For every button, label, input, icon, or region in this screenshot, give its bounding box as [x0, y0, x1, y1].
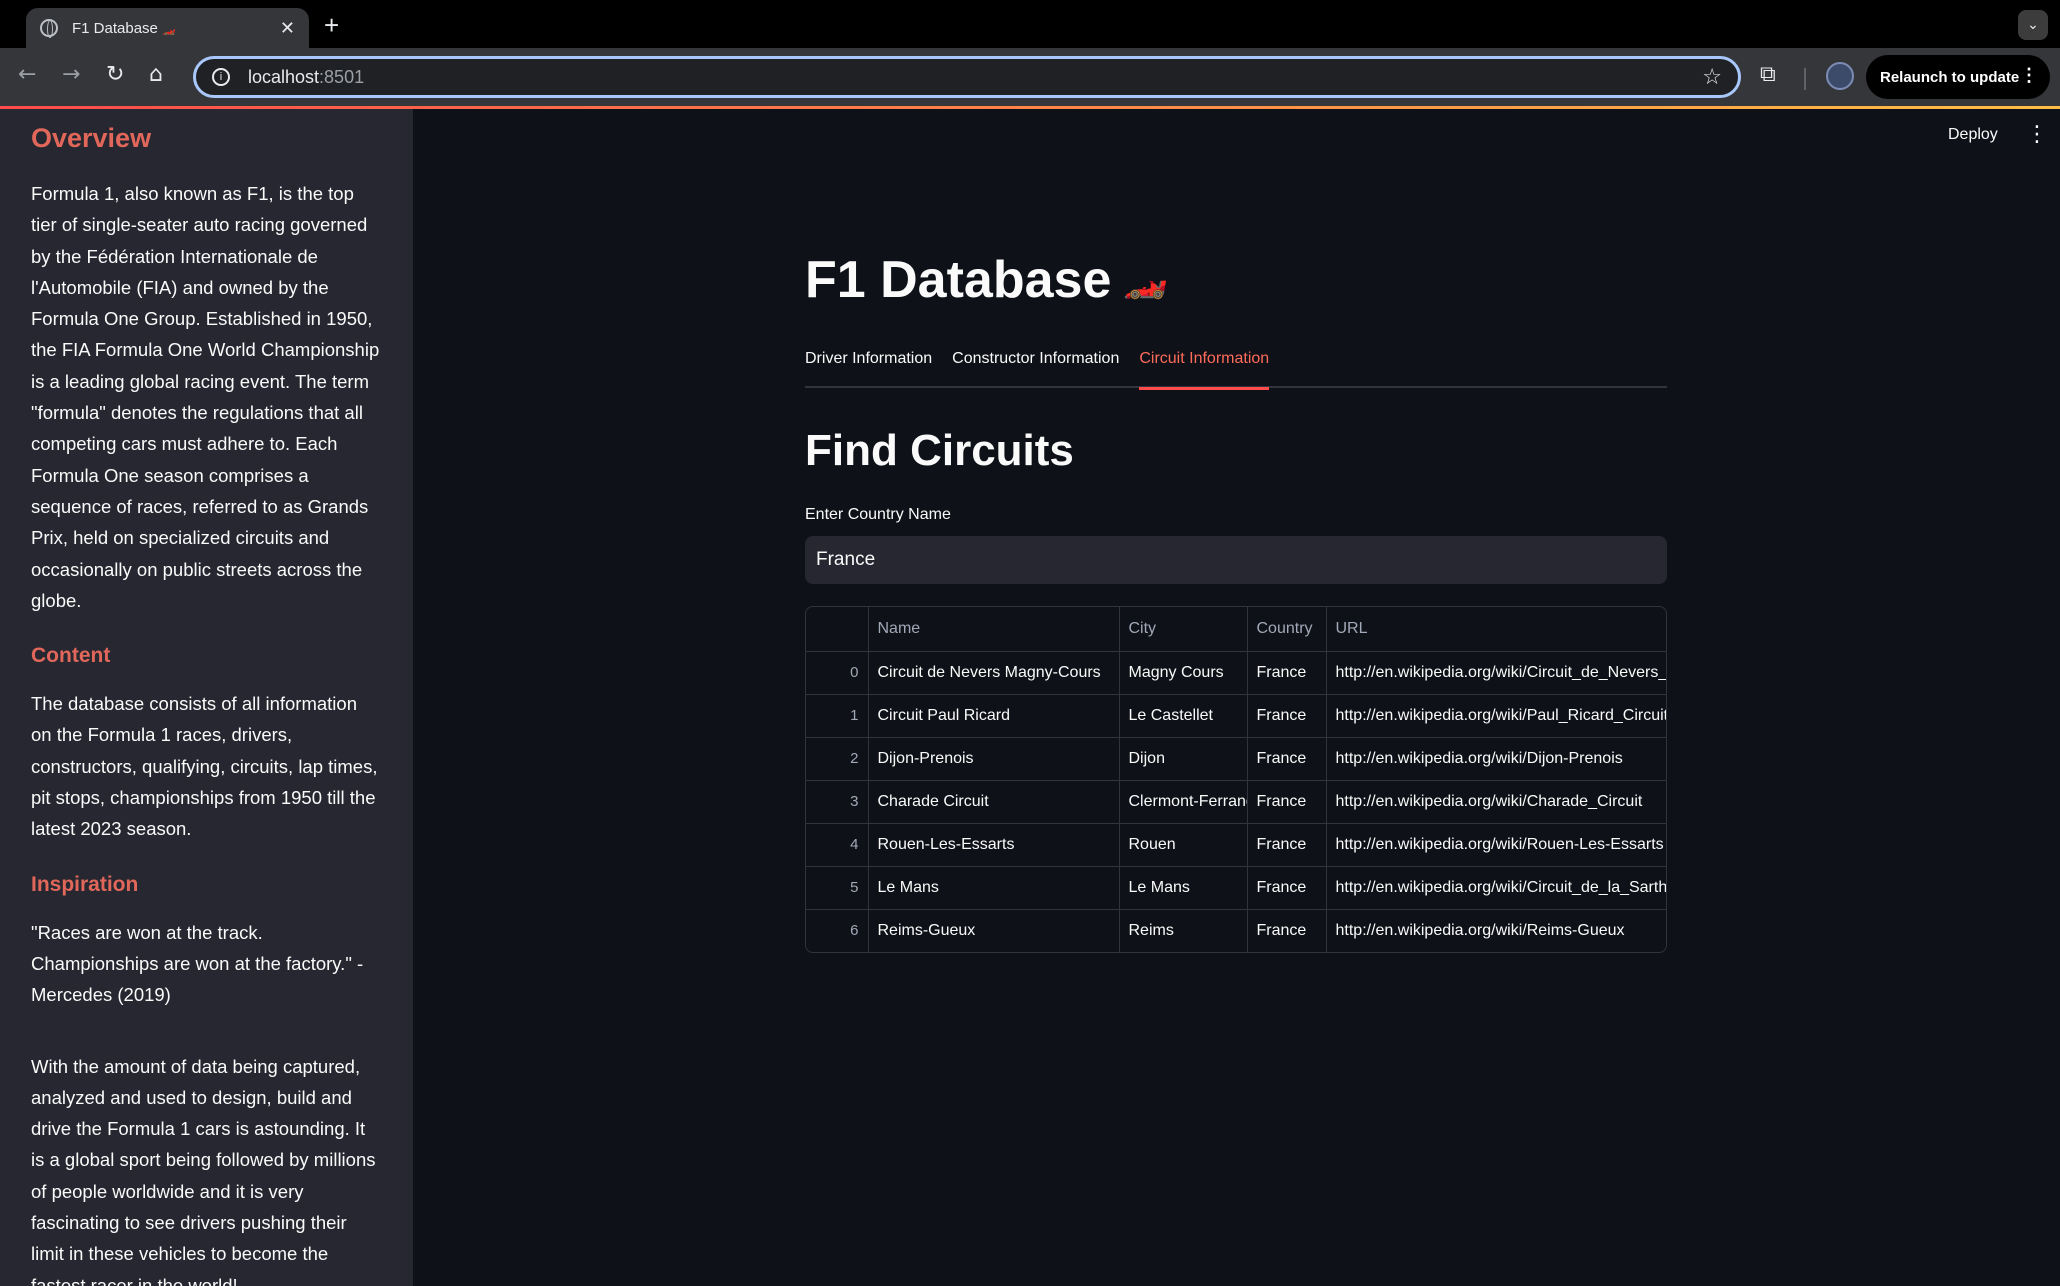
- sidebar-overview-text: Formula 1, also known as F1, is the top …: [31, 183, 380, 611]
- cell-city[interactable]: Magny Cours: [1119, 651, 1248, 695]
- cell-url[interactable]: http://en.wikipedia.org/wiki/Reims-Gueux: [1326, 909, 1666, 952]
- table-row[interactable]: 0 Circuit de Nevers Magny-Cours Magny Co…: [806, 651, 1666, 695]
- cell-name[interactable]: Charade Circuit: [868, 780, 1120, 824]
- close-tab-icon[interactable]: ✕: [280, 18, 295, 39]
- column-header-name[interactable]: Name: [868, 607, 1120, 652]
- tab-bar: Driver Information Constructor Informati…: [805, 342, 1667, 390]
- cell-name[interactable]: Dijon-Prenois: [868, 737, 1120, 781]
- tab-search-icon[interactable]: ⌄: [2018, 10, 2048, 40]
- sidebar-inspiration-quote: "Races are won at the track. Championshi…: [31, 921, 364, 1006]
- tab-driver-information[interactable]: Driver Information: [805, 342, 932, 388]
- main-content: F1 Database 🏎️ Driver Information Constru…: [805, 240, 1667, 953]
- globe-icon: [40, 19, 58, 38]
- back-icon[interactable]: ←: [18, 62, 36, 87]
- cell-city[interactable]: Clermont-Ferrand: [1119, 780, 1248, 824]
- cell-country[interactable]: France: [1247, 866, 1327, 910]
- column-header-city[interactable]: City: [1119, 607, 1248, 652]
- deploy-button[interactable]: Deploy: [1948, 126, 1998, 144]
- sidebar-inspiration-title: Inspiration: [31, 872, 139, 896]
- table-header-row: Name City Country URL: [806, 607, 1666, 652]
- tab-title: F1 Database 🏎️: [72, 19, 176, 37]
- sidebar-content-title: Content: [31, 644, 111, 668]
- sidebar-content-text: The database consists of all information…: [31, 693, 378, 840]
- cell-name[interactable]: Rouen-Les-Essarts: [868, 823, 1120, 867]
- bookmark-star-icon[interactable]: ☆: [1702, 65, 1722, 90]
- cell-city[interactable]: Rouen: [1119, 823, 1248, 867]
- column-header-index[interactable]: [806, 607, 869, 652]
- table-row[interactable]: 3 Charade Circuit Clermont-Ferrand Franc…: [806, 780, 1666, 824]
- section-title: Find Circuits: [805, 426, 1074, 475]
- cell-city[interactable]: Reims: [1119, 909, 1248, 952]
- cell-url[interactable]: http://en.wikipedia.org/wiki/Rouen-Les-E…: [1326, 823, 1666, 867]
- row-index: 5: [806, 866, 869, 910]
- cell-city[interactable]: Dijon: [1119, 737, 1248, 781]
- row-index: 6: [806, 909, 869, 952]
- circuits-table[interactable]: Name City Country URL 0 Circuit de Never…: [805, 606, 1667, 953]
- row-index: 3: [806, 780, 869, 824]
- race-car-icon: 🏎️: [1123, 259, 1169, 300]
- cell-country[interactable]: France: [1247, 780, 1327, 824]
- row-index: 0: [806, 651, 869, 695]
- cell-name[interactable]: Circuit Paul Ricard: [868, 694, 1120, 738]
- new-tab-icon[interactable]: +: [324, 10, 339, 41]
- cell-city[interactable]: Le Castellet: [1119, 694, 1248, 738]
- cell-name[interactable]: Reims-Gueux: [868, 909, 1120, 952]
- tab-circuit-information[interactable]: Circuit Information: [1139, 342, 1269, 390]
- cell-url[interactable]: http://en.wikipedia.org/wiki/Charade_Cir…: [1326, 780, 1666, 824]
- cell-country[interactable]: France: [1247, 909, 1327, 952]
- cell-name[interactable]: Circuit de Nevers Magny-Cours: [868, 651, 1120, 695]
- table-row[interactable]: 5 Le Mans Le Mans France http://en.wikip…: [806, 866, 1666, 910]
- url-text: localhost:8501: [248, 66, 365, 87]
- row-index: 1: [806, 694, 869, 738]
- toolbar-divider: [1804, 68, 1806, 90]
- site-info-icon[interactable]: i: [212, 68, 230, 86]
- country-input[interactable]: [805, 536, 1667, 584]
- address-bar[interactable]: i localhost:8501 ☆: [193, 56, 1741, 98]
- profile-avatar[interactable]: [1826, 62, 1854, 90]
- cell-country[interactable]: France: [1247, 737, 1327, 781]
- relaunch-button[interactable]: Relaunch to update ⋮: [1866, 55, 2050, 99]
- cell-country[interactable]: France: [1247, 823, 1327, 867]
- home-icon[interactable]: ⌂: [149, 62, 163, 87]
- sidebar: Overview Formula 1, also known as F1, is…: [0, 109, 413, 1286]
- cell-url[interactable]: http://en.wikipedia.org/wiki/Dijon-Preno…: [1326, 737, 1666, 781]
- cell-url[interactable]: http://en.wikipedia.org/wiki/Circuit_de_…: [1326, 651, 1666, 695]
- cell-name[interactable]: Le Mans: [868, 866, 1120, 910]
- sidebar-overview-title: Overview: [31, 123, 152, 153]
- browser-tab[interactable]: F1 Database 🏎️ ✕: [26, 8, 309, 48]
- more-vert-icon[interactable]: ⋮: [2020, 65, 2038, 86]
- extensions-icon[interactable]: ⧉: [1760, 62, 1776, 87]
- table-row[interactable]: 6 Reims-Gueux Reims France http://en.wik…: [806, 909, 1666, 952]
- row-index: 4: [806, 823, 869, 867]
- browser-toolbar: ← → ↻ ⌂ i localhost:8501 ☆ ⧉ Relaunch to…: [0, 48, 2060, 106]
- table-row[interactable]: 1 Circuit Paul Ricard Le Castellet Franc…: [806, 694, 1666, 738]
- column-header-country[interactable]: Country: [1247, 607, 1327, 652]
- cell-city[interactable]: Le Mans: [1119, 866, 1248, 910]
- forward-icon[interactable]: →: [62, 62, 80, 87]
- cell-url[interactable]: http://en.wikipedia.org/wiki/Circuit_de_…: [1326, 866, 1666, 910]
- cell-url[interactable]: http://en.wikipedia.org/wiki/Paul_Ricard…: [1326, 694, 1666, 738]
- tab-constructor-information[interactable]: Constructor Information: [952, 342, 1119, 388]
- table-row[interactable]: 4 Rouen-Les-Essarts Rouen France http://…: [806, 823, 1666, 867]
- main-menu-icon[interactable]: ⋮: [2026, 122, 2048, 147]
- browser-tabstrip: F1 Database 🏎️ ✕ + ⌄: [0, 0, 2060, 48]
- reload-icon[interactable]: ↻: [106, 62, 124, 87]
- cell-country[interactable]: France: [1247, 651, 1327, 695]
- column-header-url[interactable]: URL: [1326, 607, 1666, 652]
- page-title: F1 Database 🏎️: [805, 251, 1169, 309]
- sidebar-inspiration-text: With the amount of data being captured, …: [31, 1055, 376, 1286]
- row-index: 2: [806, 737, 869, 781]
- country-input-label: Enter Country Name: [805, 506, 951, 523]
- cell-country[interactable]: France: [1247, 694, 1327, 738]
- table-row[interactable]: 2 Dijon-Prenois Dijon France http://en.w…: [806, 737, 1666, 781]
